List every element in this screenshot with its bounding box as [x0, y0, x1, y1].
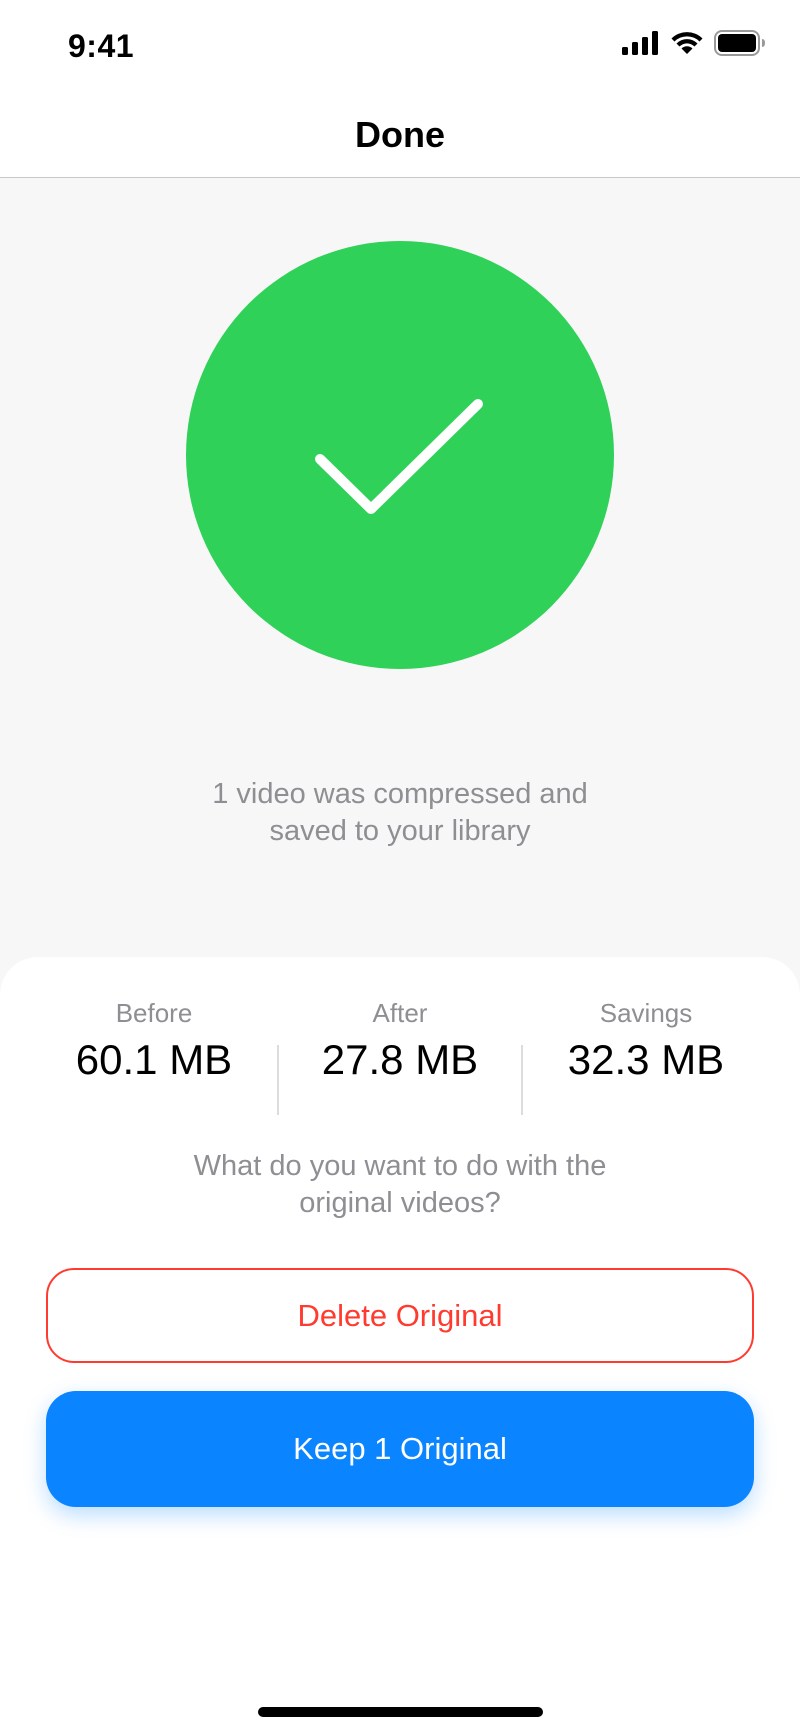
question-line1: What do you want to do with the: [193, 1150, 607, 1182]
question-line2: original videos?: [299, 1187, 501, 1219]
page-title: Done: [355, 114, 445, 155]
completion-message-line1: 1 video was compressed and: [212, 778, 588, 810]
stat-after-label: After: [372, 998, 428, 1028]
stat-savings-label: Savings: [599, 998, 693, 1028]
status-icons: [622, 30, 766, 56]
results-card: Before 60.1 MB After 27.8 MB Savings 32.…: [0, 957, 800, 1731]
stat-after-value: 27.8 MB: [321, 1036, 479, 1083]
size-stats: Before 60.1 MB After 27.8 MB Savings 32.…: [0, 997, 800, 1115]
battery-icon: [714, 30, 765, 56]
home-indicator[interactable]: [258, 1707, 543, 1717]
completion-message-line2: saved to your library: [269, 815, 531, 847]
original-videos-question: What do you want to do with the original…: [100, 1148, 700, 1222]
stat-savings: Savings 32.3 MB: [522, 997, 770, 1087]
stat-before-label: Before: [115, 998, 193, 1028]
success-indicator: [186, 241, 614, 669]
status-time: 9:41: [68, 28, 135, 64]
navigation-bar: Done: [0, 96, 800, 178]
keep-original-button[interactable]: Keep 1 Original: [46, 1391, 754, 1507]
stat-after: After 27.8 MB: [276, 997, 524, 1087]
stat-before: Before 60.1 MB: [30, 997, 278, 1087]
checkmark-icon: [315, 399, 483, 514]
stat-savings-value: 32.3 MB: [567, 1036, 725, 1083]
wifi-icon: [671, 32, 703, 54]
cellular-signal-icon: [622, 31, 658, 55]
completion-message: 1 video was compressed and saved to your…: [100, 776, 700, 850]
stat-before-value: 60.1 MB: [75, 1036, 233, 1083]
delete-original-button[interactable]: Delete Original: [46, 1268, 754, 1363]
status-bar: 9:41: [0, 0, 800, 96]
